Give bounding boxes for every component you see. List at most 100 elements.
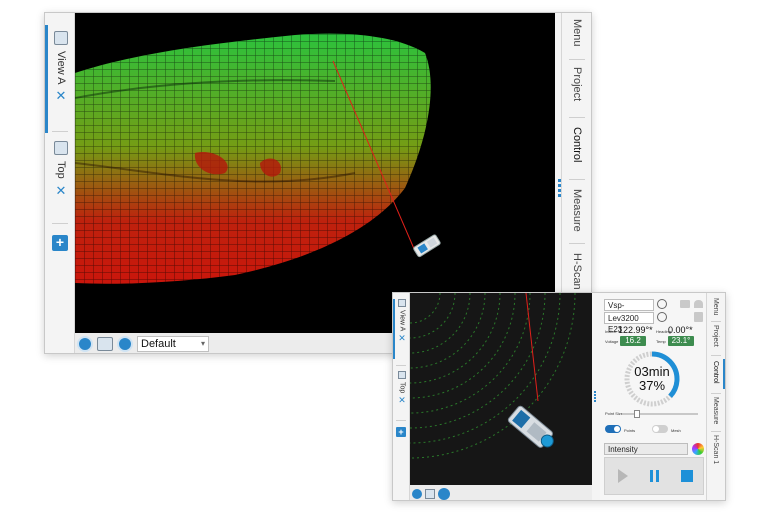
voltage-label: Voltage [605, 339, 619, 344]
play-icon [617, 469, 628, 483]
layers-icon[interactable] [425, 488, 435, 499]
tab-view-a[interactable]: View A ✕ [50, 31, 72, 104]
tab-h-scan[interactable]: H-Scan 1 [712, 435, 719, 464]
layers-icon[interactable] [97, 337, 113, 351]
search-icon[interactable] [657, 299, 667, 309]
compass-icon[interactable] [412, 488, 422, 499]
tab-view-a[interactable]: View A ✕ [395, 299, 409, 344]
tab-control[interactable]: Control [571, 127, 583, 162]
tab-top[interactable]: Top ✕ [395, 371, 409, 406]
mesh-toggle[interactable] [652, 425, 668, 433]
tab-menu[interactable]: Menu [712, 298, 719, 316]
tab-label: View A [55, 51, 67, 85]
tab-measure[interactable]: Measure [712, 397, 719, 424]
divider [569, 179, 585, 180]
divider [711, 431, 721, 432]
tab-control[interactable]: Control [712, 361, 719, 384]
points-toggle[interactable] [605, 425, 621, 433]
tab-measure[interactable]: Measure [571, 189, 583, 232]
divider [711, 393, 721, 394]
color-mode-value: Intensity [608, 445, 638, 454]
tab-h-scan[interactable]: H-Scan [571, 253, 583, 290]
tab-project[interactable]: Project [712, 325, 719, 347]
view-icon [398, 371, 406, 379]
toggle-knob [653, 426, 659, 432]
point-cloud-rings [410, 293, 576, 459]
device-model-select[interactable]: Lev3200 E23 [604, 312, 654, 334]
point-size-slider[interactable] [622, 410, 698, 418]
profile-value: Default [141, 338, 176, 350]
progress-percent: 37% [638, 378, 666, 393]
pause-icon [650, 470, 659, 482]
left-tab-rail: View A ✕ Top ✕ + [393, 293, 410, 500]
profile-select[interactable]: Default ▾ [137, 336, 209, 352]
toggle-knob [614, 426, 620, 432]
close-icon[interactable]: ✕ [398, 395, 406, 406]
plus-icon: + [55, 234, 65, 250]
active-tab-indicator [45, 25, 48, 133]
scanner-device [413, 234, 441, 258]
voltage-value: 16.2 [620, 336, 646, 346]
divider [569, 117, 585, 118]
temp-value: 23.1° [668, 336, 694, 346]
divider [52, 131, 68, 132]
stop-icon [680, 470, 693, 482]
point-size-label: Point Size [605, 411, 624, 416]
temp-label: Temp [656, 339, 666, 344]
right-tab-rail: Menu Project Control Measure H-Scan 1 [706, 293, 725, 500]
close-icon[interactable]: ✕ [398, 333, 406, 344]
control-panel: Vsp-0013887 Lev3200 E23 Incline 122.99°*… [600, 293, 708, 500]
info-icon[interactable] [694, 312, 703, 322]
3d-viewport[interactable] [75, 13, 555, 333]
palette-icon[interactable] [692, 443, 704, 455]
close-icon[interactable]: ✕ [56, 88, 67, 104]
left-tab-rail: View A ✕ Top ✕ + [45, 13, 75, 353]
slider-thumb[interactable] [634, 410, 640, 418]
active-tab-indicator [723, 359, 725, 389]
mesh-toggle-label: Mesh [671, 428, 681, 433]
heading-value: 0.00°* [668, 325, 693, 335]
tab-label: Top [398, 382, 406, 394]
sync-icon[interactable] [117, 336, 133, 352]
add-tab-button[interactable]: + [396, 427, 406, 437]
divider [711, 321, 721, 322]
search-icon[interactable] [657, 312, 667, 322]
plus-icon: + [398, 427, 404, 437]
divider [569, 59, 585, 60]
add-tab-button[interactable]: + [52, 235, 68, 251]
tab-label: Top [55, 161, 67, 179]
pause-button[interactable] [639, 460, 670, 492]
play-button[interactable] [607, 460, 638, 492]
panel-resize-handle[interactable] [594, 391, 596, 402]
secondary-window: View A ✕ Top ✕ + Vsp- Lev3200 E23 Inclin… [392, 292, 726, 501]
chevron-down-icon: ▾ [200, 339, 205, 348]
sync-icon[interactable] [438, 487, 450, 500]
divider [396, 365, 406, 366]
view-icon [54, 141, 68, 155]
tab-menu[interactable]: Menu [571, 19, 583, 47]
bottom-toolbar [410, 485, 592, 500]
scanner-device [507, 405, 554, 448]
scan-progress-ring: 03min 37% [622, 349, 682, 409]
incline-value: 122.99°* [618, 325, 653, 335]
incline-label: Incline [605, 329, 617, 334]
color-mode-select[interactable]: Intensity [604, 443, 688, 455]
3d-viewport[interactable] [410, 293, 592, 485]
compass-icon[interactable] [77, 336, 93, 352]
device-serial-select[interactable]: Vsp-0013887 [604, 299, 654, 321]
points-toggle-label: Points [624, 428, 636, 433]
tab-top[interactable]: Top ✕ [50, 141, 72, 199]
progress-time: 03min [634, 364, 670, 379]
tab-label: View A [398, 310, 406, 332]
stop-button[interactable] [671, 460, 702, 492]
close-icon[interactable]: ✕ [56, 183, 67, 199]
divider [569, 243, 585, 244]
view-icon [398, 299, 406, 307]
divider [52, 223, 68, 224]
tab-project[interactable]: Project [571, 67, 583, 101]
divider [711, 355, 721, 356]
wifi-icon [694, 300, 703, 308]
divider [396, 420, 406, 421]
unlink-icon[interactable] [680, 300, 690, 308]
transport-controls [604, 457, 704, 495]
